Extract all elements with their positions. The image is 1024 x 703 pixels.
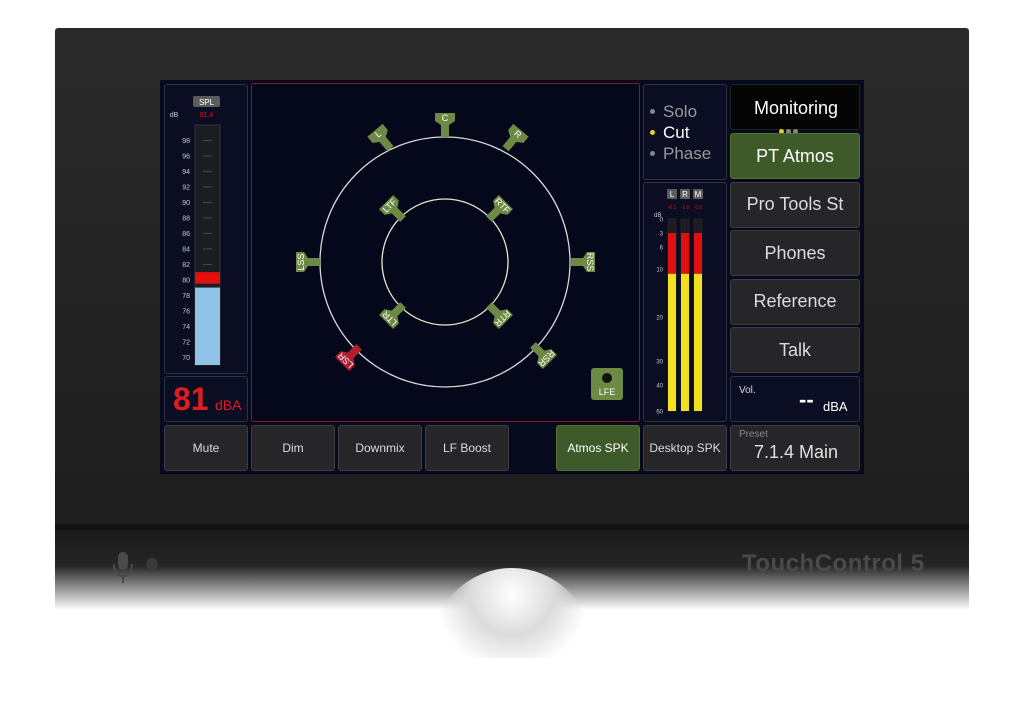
speaker-lss-button[interactable]: LSS	[296, 252, 320, 272]
spl-tick-label: 76	[182, 308, 190, 315]
output-tick-label: 6	[660, 246, 664, 252]
source-talk-button[interactable]: Talk	[730, 327, 860, 374]
output-channel-peak: -0.5	[694, 205, 703, 211]
output-meter-panel: dB 0 3 6 10 20 30 40 60 L -6.1 R -1.0 M -0.5	[643, 182, 727, 422]
speaker-ltr-button[interactable]: LTR	[379, 298, 410, 329]
output-meter-level-bar	[681, 273, 689, 411]
output-tick-label: 10	[656, 268, 663, 274]
speaker-label: C	[442, 113, 449, 123]
output-meter-peak-bar	[694, 233, 702, 274]
spl-tick-label: 84	[182, 246, 190, 253]
spl-tick-label: 70	[182, 355, 190, 362]
spl-tick-label: 96	[182, 153, 190, 160]
output-meter-level-bar	[668, 273, 676, 411]
source-pro-tools-st-button[interactable]: Pro Tools St	[730, 181, 860, 228]
source-reference-button[interactable]: Reference	[730, 278, 860, 325]
mode-phase-option[interactable]: Phase	[650, 143, 711, 164]
spl-level-bar	[195, 287, 220, 365]
spl-meter: SPL dB 81.4 98 96 94 92 90 88 86 84 82 80 78 76 74 72…	[170, 96, 221, 366]
spl-tick-label: 92	[182, 184, 190, 191]
output-channel-label: R	[682, 190, 688, 199]
mode-label: Phase	[663, 143, 712, 163]
spl-meter-panel: SPL dB 81.4 98 96 94 92 90 88 86 84 82 80 78 76 74 72…	[164, 84, 248, 374]
dim-button[interactable]: Dim	[251, 425, 335, 471]
output-tick-label: 3	[660, 232, 664, 238]
output-meter: dB 0361020304060 L-6.1R-1.0M-0.5	[654, 189, 703, 416]
speaker-rss-button[interactable]: RSS	[571, 252, 595, 272]
mode-cut-option[interactable]: Cut	[650, 122, 711, 143]
volume-unit: dBA	[823, 399, 848, 414]
output-tick-label: 60	[656, 410, 663, 416]
brand-label: TouchControl 5	[742, 550, 925, 577]
spl-badge-text: SPL	[199, 98, 215, 107]
speaker-ltf-button[interactable]: LTF	[379, 195, 410, 226]
spl-tick-label: 78	[182, 293, 190, 300]
speaker-label: RSS	[585, 253, 595, 272]
output-tick-label: 30	[656, 360, 663, 366]
output-meter-peak-bar	[668, 233, 676, 274]
touch-screen: SPL dB 81.4 98 96 94 92 90 88 86 84 82 80 78 76 74 72…	[160, 80, 864, 474]
volume-label: Vol.	[739, 385, 756, 396]
mode-indicator-dot	[650, 130, 655, 135]
monitoring-header: Monitoring	[730, 84, 860, 134]
lfe-indicator-dot	[602, 373, 612, 383]
downmix-button[interactable]: Downmix	[338, 425, 422, 471]
atmos-spk-button[interactable]: Atmos SPK	[556, 425, 640, 471]
spl-tick-label: 88	[182, 215, 190, 222]
output-channel-label: L	[670, 190, 675, 199]
spl-tick-label: 82	[182, 262, 190, 269]
speaker-c-button[interactable]: C	[435, 113, 455, 137]
output-channel-peak: -6.1	[668, 205, 677, 211]
mode-indicator-dot	[650, 109, 655, 114]
mode-indicator-dot	[650, 151, 655, 156]
preset-value: 7.1.4 Main	[753, 442, 839, 462]
volume-value: --	[799, 387, 814, 412]
output-meter-peak-bar	[681, 233, 689, 274]
speaker-layout-panel: L C R LSS RSS LSR RSR LTF RTF LTR RTR LFE	[251, 83, 640, 422]
source-pt-atmos-button[interactable]: PT Atmos	[730, 133, 860, 179]
source-phones-button[interactable]: Phones	[730, 230, 860, 277]
mute-button[interactable]: Mute	[164, 425, 248, 471]
spl-unit-label: dB	[170, 112, 179, 119]
output-tick-label: 40	[656, 384, 663, 390]
spl-tick-label: 74	[182, 324, 190, 331]
volume-display: Vol. -- dBA	[730, 376, 860, 422]
spl-tick-label: 86	[182, 231, 190, 238]
output-tick-label: 0	[660, 218, 664, 224]
mode-solo-option[interactable]: Solo	[650, 101, 711, 122]
mode-panel: Solo Cut Phase	[643, 84, 727, 180]
spl-readout-unit: dBA	[215, 397, 242, 413]
desktop-spk-button[interactable]: Desktop SPK	[643, 425, 727, 471]
monitoring-title: Monitoring	[753, 98, 839, 118]
spl-peak-bar	[195, 272, 220, 284]
spl-tick-label: 98	[182, 138, 190, 145]
preset-button[interactable]: Preset 7.1.4 Main	[730, 425, 860, 471]
microphone-icon	[113, 552, 133, 583]
output-channel-peak: -1.0	[681, 205, 690, 211]
speaker-layout: LCRLSS RSSLSR RSRLTF RTFLTR RTR	[296, 113, 595, 388]
spl-tick-label: 72	[182, 339, 190, 346]
speaker-rtf-button[interactable]: RTF	[482, 195, 513, 226]
lfe-button[interactable]: LFE	[591, 368, 623, 400]
output-meter-level-bar	[694, 273, 702, 411]
spl-readout: 81 dBA	[164, 376, 248, 422]
spl-readout-value: 81	[173, 381, 209, 417]
preset-label: Preset	[739, 429, 768, 440]
speaker-l-button[interactable]: L	[367, 123, 398, 155]
spl-peak-value: 81.4	[200, 112, 214, 119]
speaker-icon	[367, 123, 394, 152]
lf-boost-button[interactable]: LF Boost	[425, 425, 509, 471]
spl-tick-label: 90	[182, 200, 190, 207]
status-led	[146, 558, 158, 570]
lfe-label: LFE	[598, 387, 616, 397]
mode-label: Cut	[663, 122, 690, 142]
output-channel-label: M	[695, 190, 702, 199]
speaker-rtr-button[interactable]: RTR	[482, 298, 513, 329]
spl-tick-label: 80	[182, 277, 190, 284]
speaker-label: LSS	[296, 253, 306, 270]
mode-label: Solo	[663, 101, 698, 121]
spl-tick-label: 94	[182, 169, 190, 176]
output-tick-label: 20	[656, 316, 663, 322]
